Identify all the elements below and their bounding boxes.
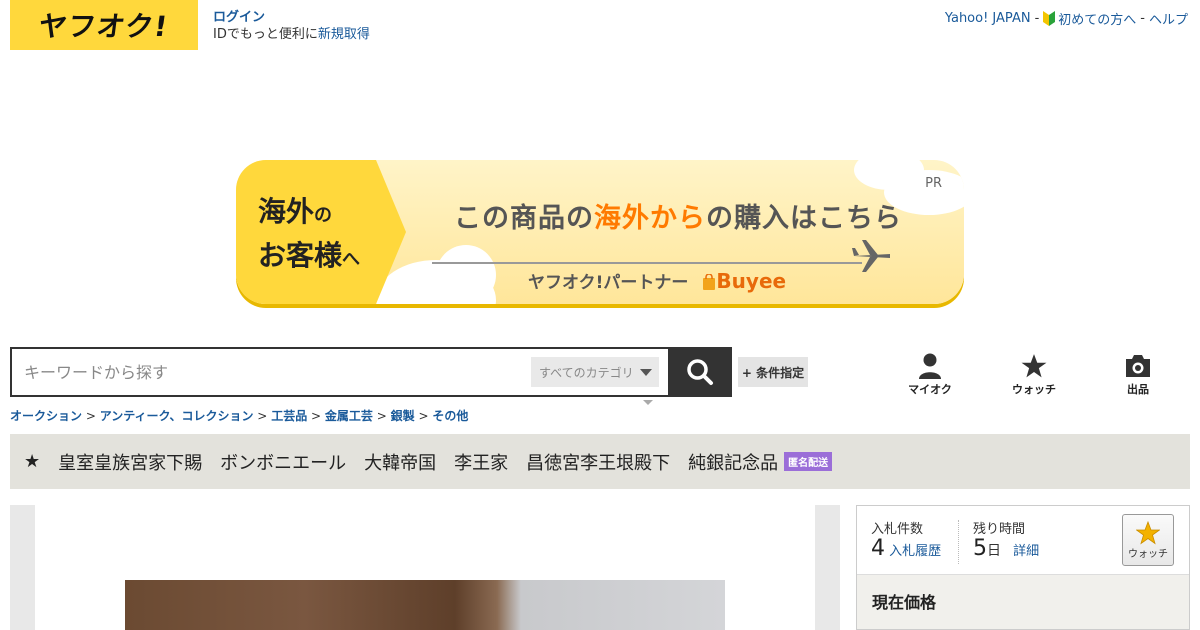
title-word: 皇室皇族宮家下賜 <box>58 452 203 474</box>
time-detail-link[interactable]: 詳細 <box>1013 544 1039 559</box>
register-link[interactable]: 新規取得 <box>318 27 370 42</box>
star-icon: ★ <box>24 451 41 472</box>
bids-row: 4 入札履歴 <box>871 536 941 561</box>
bid-panel: 入札件数 4 入札履歴 残り時間 5日 詳細 ウォッチ 現在価格 1,500円 <box>856 505 1190 630</box>
nav-sell-label: 出品 <box>1127 383 1149 396</box>
banner-left-line1: 海外 <box>258 195 315 228</box>
breadcrumb-item[interactable]: オークション <box>10 409 82 423</box>
buyee-text: Buyee <box>716 268 787 293</box>
nav-myauc-label: マイオク <box>908 383 952 396</box>
breadcrumb-item[interactable]: 銀製 <box>391 409 415 423</box>
time-unit: 日 <box>987 543 1001 559</box>
banner-main-highlight: 海外から <box>594 203 706 234</box>
breadcrumb-sep: > <box>418 409 429 423</box>
bid-history-link[interactable]: 入札履歴 <box>889 544 941 559</box>
search-bar: すべてのカテゴリ <box>10 347 732 397</box>
breadcrumb-item[interactable]: その他 <box>432 409 468 423</box>
breadcrumb-item[interactable]: アンティーク、コレクション <box>100 409 254 423</box>
search-input[interactable] <box>12 349 524 395</box>
banner-sub: ヤフオク!パートナー Buyee <box>528 268 786 294</box>
time-label: 残り時間 <box>973 522 1026 537</box>
yahuoku-logo[interactable]: ヤフオク! <box>10 0 198 50</box>
category-select-label: すべてのカテゴリ <box>539 365 634 380</box>
title-word: 純銀記念品 <box>688 452 779 474</box>
nav-myauc[interactable]: マイオク <box>900 353 960 397</box>
breadcrumb-sep: > <box>376 409 387 423</box>
watch-button[interactable]: ウォッチ <box>1122 514 1174 566</box>
login-link[interactable]: ログイン <box>213 10 265 25</box>
airplane-icon <box>852 240 890 272</box>
title-word: 李王家 <box>454 452 509 474</box>
banner-left-line1-small: の <box>314 205 333 226</box>
price-area: 現在価格 1,500円 <box>857 574 1189 629</box>
nav-watch-label: ウォッチ <box>1012 383 1056 396</box>
chevron-down-icon <box>643 400 653 405</box>
image-next-button[interactable] <box>815 505 840 630</box>
title-word: 昌徳宮李王垠殿下 <box>526 452 671 474</box>
banner-left-line2: お客様 <box>258 239 343 272</box>
login-sub-text: IDでもっと便利に <box>213 27 318 42</box>
watch-button-label: ウォッチ <box>1128 548 1168 560</box>
search-button[interactable] <box>668 347 732 397</box>
item-photo[interactable] <box>125 580 725 630</box>
banner-left-panel: 海外の お客様へ <box>236 160 406 304</box>
breadcrumb-sep: > <box>257 409 268 423</box>
login-box: ログイン IDでもっと便利に新規取得 <box>213 9 370 43</box>
banner-main-post: の購入はこちら <box>706 203 902 234</box>
buyee-logo: Buyee <box>702 269 786 293</box>
separator: - <box>1034 11 1040 26</box>
bids-label: 入札件数 <box>871 522 924 537</box>
breadcrumb-sep: > <box>311 409 322 423</box>
price-label: 現在価格 <box>872 593 937 612</box>
pr-label: PR <box>925 176 942 191</box>
banner-left-line2-small: へ <box>342 249 361 270</box>
breadcrumb-sep: > <box>85 409 96 423</box>
yahoo-japan-link[interactable]: Yahoo! JAPAN <box>945 11 1031 26</box>
banner-headline: この商品の海外からの購入はこちら <box>454 196 902 235</box>
item-title-bar: ★ 皇室皇族宮家下賜 ボンボニエール 大韓帝国 李王家 昌徳宮李王垠殿下 純銀記… <box>10 434 1190 489</box>
price-value: 1,500円 <box>872 621 965 629</box>
nav-sell[interactable]: 出品 <box>1108 353 1168 397</box>
user-icon <box>919 353 941 379</box>
logo-text: ヤフオク! <box>36 10 171 43</box>
beginner-link[interactable]: 初めての方へ <box>1058 9 1136 28</box>
buyee-banner[interactable]: 海外の お客様へ この商品の海外からの購入はこちら ヤフオク!パートナー Buy… <box>236 160 964 304</box>
help-link[interactable]: ヘルプ <box>1149 9 1188 28</box>
divider <box>958 520 959 564</box>
separator: - <box>1140 11 1145 26</box>
banner-divider <box>432 262 862 264</box>
top-links: Yahoo! JAPAN - 初めての方へ - ヘルプ <box>945 9 1188 28</box>
time-row: 5日 詳細 <box>973 536 1039 561</box>
nav-watch[interactable]: ウォッチ <box>1004 353 1064 397</box>
category-select[interactable]: すべてのカテゴリ <box>531 357 659 387</box>
condition-button[interactable]: + 条件指定 <box>738 357 808 387</box>
bids-value: 4 <box>871 536 885 561</box>
breadcrumb-item[interactable]: 工芸品 <box>271 409 307 423</box>
anonymous-shipping-badge: 匿名配送 <box>784 452 833 471</box>
search-icon <box>687 359 713 385</box>
image-prev-button[interactable] <box>10 505 35 630</box>
banner-main-pre: この商品の <box>454 203 594 234</box>
star-icon <box>1021 354 1047 378</box>
camera-icon <box>1126 355 1150 377</box>
time-value: 5 <box>973 536 987 561</box>
chevron-down-icon <box>639 368 652 376</box>
cloud-decoration <box>436 245 496 304</box>
banner-partner-text: ヤフオク!パートナー <box>528 273 689 293</box>
star-icon <box>1136 520 1160 544</box>
shopping-bag-icon <box>703 272 716 290</box>
beginner-link-wrap[interactable]: 初めての方へ <box>1043 9 1136 28</box>
beginner-mark-icon <box>1043 11 1056 26</box>
title-word: 大韓帝国 <box>364 452 437 474</box>
breadcrumb: オークション > アンティーク、コレクション > 工芸品 > 金属工芸 > 銀製… <box>10 407 468 424</box>
title-word: ボンボニエール <box>220 452 347 474</box>
breadcrumb-item[interactable]: 金属工芸 <box>325 409 373 423</box>
